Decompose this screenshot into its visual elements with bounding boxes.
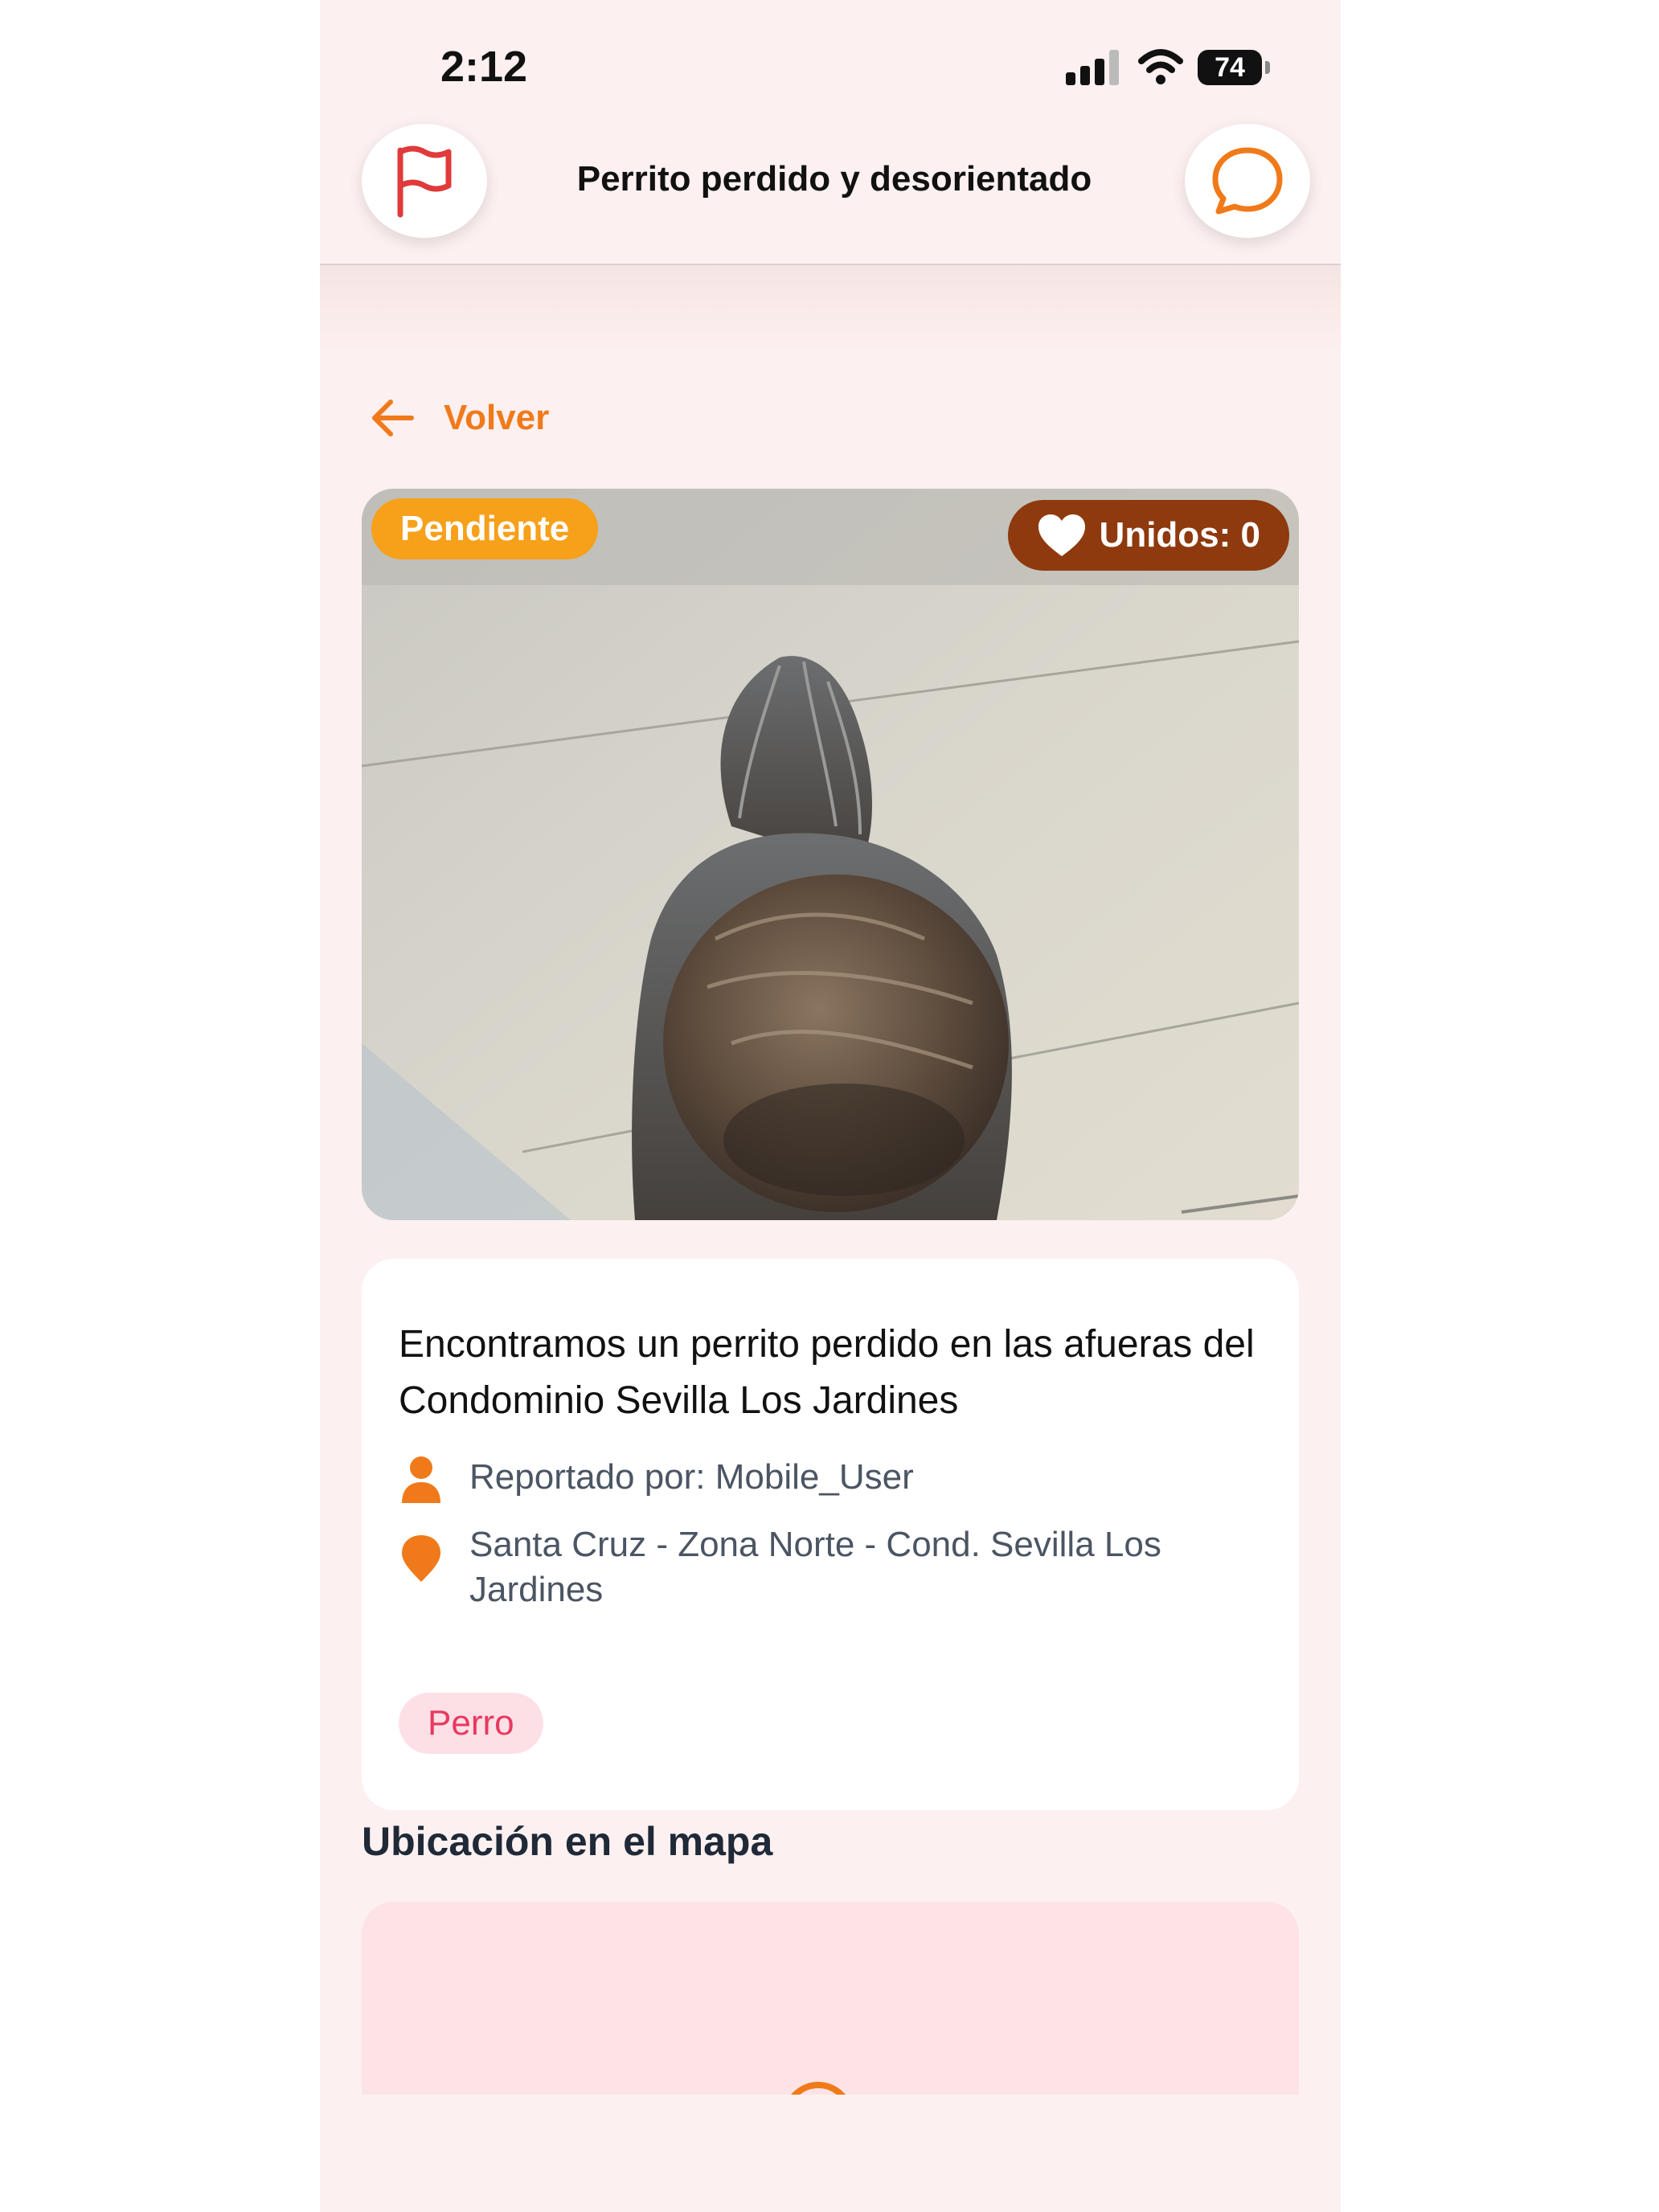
joined-count: Unidos: 0 — [1099, 515, 1260, 555]
map-view[interactable] — [362, 1902, 1299, 2095]
status-time: 2:12 — [440, 43, 528, 91]
post-details-card: Encontramos un perrito perdido en las af… — [362, 1259, 1299, 1810]
report-button[interactable] — [362, 124, 487, 238]
chat-bubble-icon — [1212, 147, 1283, 215]
flag-icon — [397, 145, 452, 218]
battery-icon: 74 — [1198, 50, 1272, 85]
header-shadow — [320, 265, 1341, 354]
arrow-left-icon — [372, 399, 414, 436]
user-icon — [402, 1456, 440, 1503]
cellular-signal-icon — [1066, 50, 1119, 85]
top-bar: Perrito perdido y desorientado — [320, 121, 1341, 265]
map-marker-icon — [791, 2082, 846, 2095]
location-pin-icon — [402, 1535, 440, 1582]
reporter-text: Reportado por: Mobile_User — [469, 1457, 914, 1497]
location-text: Santa Cruz - Zona Norte - Cond. Sevilla … — [469, 1525, 1161, 1609]
map-section-title: Ubicación en el mapa — [362, 1819, 773, 1864]
chat-button[interactable] — [1185, 124, 1310, 238]
page-title: Perrito perdido y desorientado — [576, 159, 1092, 199]
back-label: Volver — [444, 398, 550, 437]
pet-photo[interactable]: Pendiente Unidos: 0 — [362, 489, 1299, 1220]
battery-level: 74 — [1198, 50, 1262, 85]
post-description: Encontramos un perrito perdido en las af… — [399, 1323, 1255, 1422]
dog-photo-image — [362, 489, 1299, 1220]
pet-type-tag: Perro — [399, 1693, 543, 1754]
back-button[interactable]: Volver — [368, 394, 549, 442]
location-row: Santa Cruz - Zona Norte - Cond. Sevilla … — [399, 1522, 1265, 1612]
status-badge: Pendiente — [371, 498, 599, 559]
heart-icon — [1038, 514, 1085, 556]
wifi-icon — [1138, 49, 1183, 84]
phone-screen: 2:12 74 Perrito perdido y desorientado V… — [320, 0, 1341, 2212]
joined-badge[interactable]: Unidos: 0 — [1007, 500, 1289, 571]
reporter-row: Reportado por: Mobile_User — [399, 1455, 1265, 1505]
